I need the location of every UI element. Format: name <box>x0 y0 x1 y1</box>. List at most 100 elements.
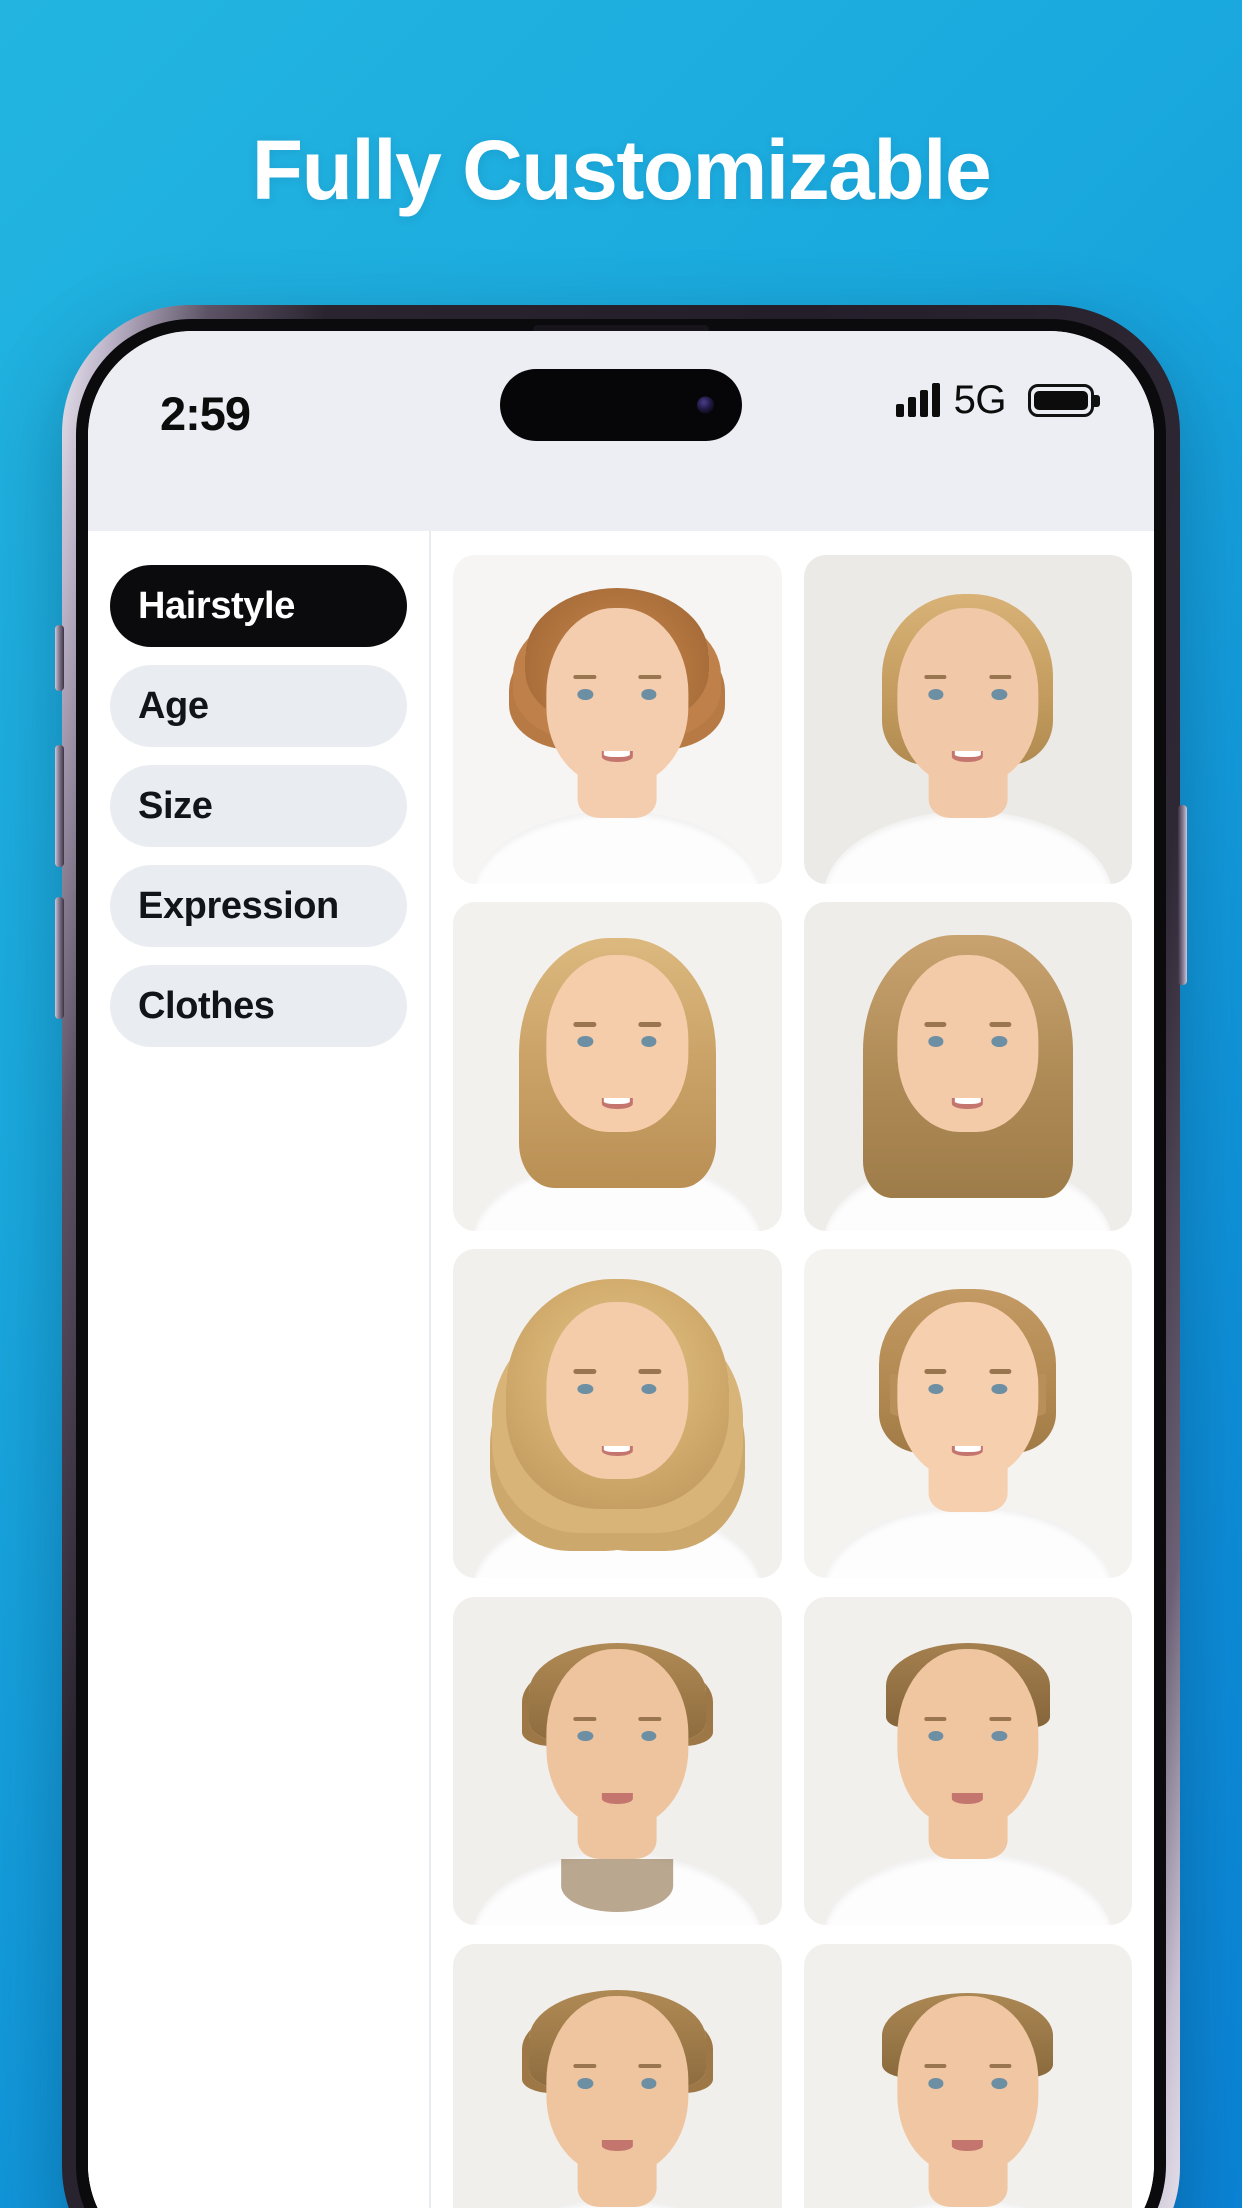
hairstyle-tile-long-straight-ombre[interactable] <box>803 902 1133 1231</box>
hairstyle-tile-mens-textured-crop[interactable] <box>453 1943 782 2208</box>
beard <box>561 1859 674 1912</box>
mouth <box>952 751 984 762</box>
shoulders <box>823 1505 1113 1578</box>
eyebrow-right <box>988 1022 1012 1027</box>
eye-left <box>577 689 594 700</box>
eyebrow-left <box>573 1716 597 1721</box>
mouth <box>601 1792 633 1804</box>
eye-left <box>928 1383 944 1395</box>
eyebrow-left <box>573 674 597 680</box>
eyebrow-right <box>638 1716 662 1721</box>
eyebrow-right <box>988 2063 1012 2069</box>
sidebar-item-clothes[interactable]: Clothes <box>110 965 407 1047</box>
face <box>546 1649 688 1827</box>
phone-bezel: 2:59 5G Hairstyle Age Size Expression Clothe <box>76 319 1166 2208</box>
mouth <box>601 751 633 762</box>
hairstyle-tile-bob-with-bangs[interactable] <box>803 1249 1133 1578</box>
mouth <box>952 1445 984 1457</box>
phone-screen: 2:59 5G Hairstyle Age Size Expression Clothe <box>88 331 1154 2208</box>
portrait-image <box>453 1944 782 2208</box>
sidebar-item-label: Age <box>138 684 209 727</box>
eyebrow-right <box>988 1716 1012 1721</box>
network-type-label: 5G <box>953 378 1007 422</box>
sidebar-item-size[interactable]: Size <box>110 765 407 847</box>
hairstyle-tile-short-bob-blonde[interactable] <box>803 555 1133 884</box>
signal-bars-icon <box>895 383 940 417</box>
face <box>546 1301 688 1480</box>
face-id-sensor-icon <box>697 396 714 414</box>
status-bar: 2:59 5G <box>88 331 1154 531</box>
face <box>897 607 1039 785</box>
sidebar-item-expression[interactable]: Expression <box>110 865 407 947</box>
portrait-image <box>804 1249 1133 1578</box>
mouth <box>952 1098 984 1110</box>
battery-full-icon <box>1028 384 1094 417</box>
portrait-image <box>453 555 782 884</box>
sidebar-item-label: Hairstyle <box>138 584 295 627</box>
power-button[interactable] <box>1178 805 1187 985</box>
hairstyle-tile-short-curly-blonde[interactable] <box>453 555 782 884</box>
eye-right <box>641 1383 657 1395</box>
sidebar-item-age[interactable]: Age <box>110 665 407 747</box>
eyebrow-right <box>638 1369 662 1374</box>
eye-right <box>641 2077 657 2089</box>
sidebar-item-label: Expression <box>138 884 339 927</box>
eye-right <box>641 1036 657 1047</box>
shoulders <box>472 811 762 884</box>
eyebrow-left <box>573 2063 597 2069</box>
portrait-image <box>453 1597 782 1926</box>
hairstyle-tile-mens-quiff[interactable] <box>803 1596 1133 1926</box>
eye-left <box>577 1036 594 1047</box>
face <box>897 954 1039 1133</box>
shoulders <box>472 1505 762 1578</box>
eyebrow-left <box>923 1022 947 1027</box>
hairstyle-tile-long-straight-blonde[interactable] <box>453 902 782 1231</box>
eyebrow-right <box>638 2063 662 2069</box>
eye-right <box>991 1036 1008 1047</box>
eyebrow-left <box>923 674 947 680</box>
portrait-image <box>804 1597 1133 1926</box>
portrait-image <box>804 902 1133 1231</box>
eye-left <box>577 2077 594 2089</box>
eye-right <box>991 689 1008 700</box>
portrait-image <box>453 902 782 1231</box>
phone-mockup: 2:59 5G Hairstyle Age Size Expression Clothe <box>55 305 1187 2208</box>
face <box>897 1996 1039 2174</box>
mouth <box>952 2140 984 2151</box>
eyebrow-right <box>988 1369 1012 1374</box>
eyebrow-right <box>988 674 1012 680</box>
app-content: Hairstyle Age Size Expression Clothes <box>88 531 1154 2208</box>
action-button[interactable] <box>55 625 64 691</box>
mouth <box>601 1098 633 1110</box>
face <box>546 1996 688 2174</box>
eye-left <box>577 1383 594 1395</box>
volume-up-button[interactable] <box>55 745 64 867</box>
mouth <box>601 1445 633 1457</box>
mouth <box>601 2140 633 2151</box>
volume-down-button[interactable] <box>55 897 64 1019</box>
hairstyle-tile-long-curly-blonde[interactable] <box>453 1249 782 1578</box>
eyebrow-right <box>638 1022 662 1027</box>
category-sidebar: Hairstyle Age Size Expression Clothes <box>88 531 431 2208</box>
portrait-image <box>453 1249 782 1578</box>
battery-fill <box>1034 391 1088 410</box>
eye-right <box>991 2077 1008 2089</box>
portrait-image <box>804 555 1133 884</box>
eyebrow-left <box>923 1716 947 1721</box>
status-indicators: 5G <box>895 378 1094 422</box>
eye-right <box>991 1383 1008 1395</box>
face <box>546 954 688 1133</box>
status-clock: 2:59 <box>160 387 251 440</box>
eyebrow-left <box>573 1022 597 1027</box>
eye-right <box>641 1730 657 1742</box>
eyebrow-left <box>573 1369 597 1374</box>
eye-right <box>991 1730 1008 1742</box>
shoulders <box>823 811 1113 884</box>
eye-left <box>928 1730 944 1742</box>
hairstyle-tile-mens-wavy-medium[interactable] <box>453 1596 782 1926</box>
mouth <box>952 1792 984 1804</box>
hairstyle-tile-mens-side-part[interactable] <box>803 1943 1132 2208</box>
sidebar-item-hairstyle[interactable]: Hairstyle <box>110 565 407 647</box>
page-title: Fully Customizable <box>251 123 992 217</box>
hairstyle-grid[interactable] <box>431 531 1154 2208</box>
